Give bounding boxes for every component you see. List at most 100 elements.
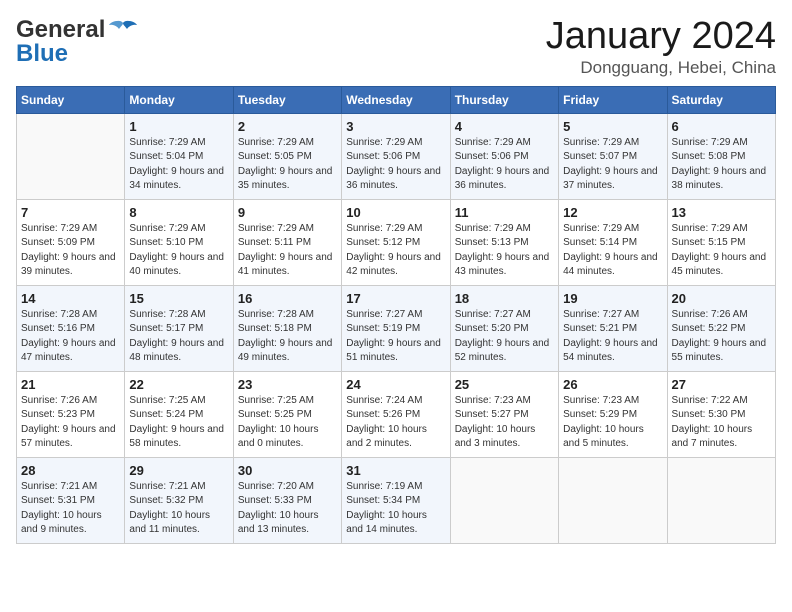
title-block: January 2024 Dongguang, Hebei, China (546, 16, 776, 78)
calendar-cell: 20Sunrise: 7:26 AM Sunset: 5:22 PM Dayli… (667, 285, 775, 371)
calendar-cell: 12Sunrise: 7:29 AM Sunset: 5:14 PM Dayli… (559, 199, 667, 285)
calendar-cell: 16 Sunrise: 7:28 AM Sunset: 5:18 PM Dayli… (233, 285, 341, 371)
day-info: Sunrise: 7:20 AM Sunset: 5:33 PM Dayligh… (238, 480, 337, 538)
col-thursday: Thursday (450, 86, 558, 113)
day-info: Sunrise: 7:29 AM Sunset: 5:06 PM Dayligh… (455, 136, 554, 194)
calendar-cell (17, 113, 125, 199)
day-number: 8 (129, 205, 228, 220)
day-info: Sunrise: 7:21 AM Sunset: 5:31 PM Dayligh… (21, 480, 120, 538)
calendar-body: 1Sunrise: 7:29 AM Sunset: 5:04 PM Daylig… (17, 113, 776, 543)
logo-blue-text: Blue (16, 40, 68, 68)
day-number: 15 (129, 291, 228, 306)
day-info: Sunrise: 7:29 AM Sunset: 5:15 PM Dayligh… (672, 222, 771, 280)
calendar-cell: 2 Sunrise: 7:29 AM Sunset: 5:05 PM Daylig… (233, 113, 341, 199)
day-number: 12 (563, 205, 662, 220)
day-info: Sunrise: 7:22 AM Sunset: 5:30 PM Dayligh… (672, 394, 771, 452)
day-number: 19 (563, 291, 662, 306)
col-monday: Monday (125, 86, 233, 113)
calendar-cell: 5 Sunrise: 7:29 AM Sunset: 5:07 PM Daylig… (559, 113, 667, 199)
logo: General Blue (16, 16, 137, 68)
calendar-week-row: 7 Sunrise: 7:29 AM Sunset: 5:09 PM Daylig… (17, 199, 776, 285)
day-number: 4 (455, 119, 554, 134)
day-info: Sunrise: 7:29 AM Sunset: 5:10 PM Dayligh… (129, 222, 228, 280)
col-sunday: Sunday (17, 86, 125, 113)
calendar-cell: 10 Sunrise: 7:29 AM Sunset: 5:12 PM Dayli… (342, 199, 450, 285)
calendar-cell: 18 Sunrise: 7:27 AM Sunset: 5:20 PM Dayli… (450, 285, 558, 371)
day-info: Sunrise: 7:19 AM Sunset: 5:34 PM Dayligh… (346, 480, 445, 538)
calendar-header: Sunday Monday Tuesday Wednesday Thursday… (17, 86, 776, 113)
day-number: 17 (346, 291, 445, 306)
calendar-cell: 7 Sunrise: 7:29 AM Sunset: 5:09 PM Daylig… (17, 199, 125, 285)
day-info: Sunrise: 7:29 AM Sunset: 5:06 PM Dayligh… (346, 136, 445, 194)
day-info: Sunrise: 7:24 AM Sunset: 5:26 PM Dayligh… (346, 394, 445, 452)
day-number: 10 (346, 205, 445, 220)
calendar-cell (450, 457, 558, 543)
day-number: 11 (455, 205, 554, 220)
day-number: 5 (563, 119, 662, 134)
calendar-cell: 30 Sunrise: 7:20 AM Sunset: 5:33 PM Dayli… (233, 457, 341, 543)
day-number: 20 (672, 291, 771, 306)
location: Dongguang, Hebei, China (546, 58, 776, 78)
day-number: 30 (238, 463, 337, 478)
day-info: Sunrise: 7:23 AM Sunset: 5:29 PM Dayligh… (563, 394, 662, 452)
day-info: Sunrise: 7:27 AM Sunset: 5:21 PM Dayligh… (563, 308, 662, 366)
calendar-cell: 6 Sunrise: 7:29 AM Sunset: 5:08 PM Daylig… (667, 113, 775, 199)
day-number: 26 (563, 377, 662, 392)
day-number: 28 (21, 463, 120, 478)
calendar-week-row: 28 Sunrise: 7:21 AM Sunset: 5:31 PM Dayli… (17, 457, 776, 543)
day-number: 24 (346, 377, 445, 392)
calendar-cell: 24 Sunrise: 7:24 AM Sunset: 5:26 PM Dayli… (342, 371, 450, 457)
day-info: Sunrise: 7:28 AM Sunset: 5:18 PM Dayligh… (238, 308, 337, 366)
calendar-cell: 31 Sunrise: 7:19 AM Sunset: 5:34 PM Dayli… (342, 457, 450, 543)
day-info: Sunrise: 7:23 AM Sunset: 5:27 PM Dayligh… (455, 394, 554, 452)
day-info: Sunrise: 7:27 AM Sunset: 5:20 PM Dayligh… (455, 308, 554, 366)
month-title: January 2024 (546, 16, 776, 58)
day-info: Sunrise: 7:29 AM Sunset: 5:12 PM Dayligh… (346, 222, 445, 280)
day-info: Sunrise: 7:29 AM Sunset: 5:09 PM Dayligh… (21, 222, 120, 280)
day-number: 2 (238, 119, 337, 134)
header-row: Sunday Monday Tuesday Wednesday Thursday… (17, 86, 776, 113)
day-number: 6 (672, 119, 771, 134)
col-saturday: Saturday (667, 86, 775, 113)
calendar-cell: 4 Sunrise: 7:29 AM Sunset: 5:06 PM Daylig… (450, 113, 558, 199)
calendar-cell: 13Sunrise: 7:29 AM Sunset: 5:15 PM Dayli… (667, 199, 775, 285)
day-number: 22 (129, 377, 228, 392)
day-number: 14 (21, 291, 120, 306)
day-info: Sunrise: 7:29 AM Sunset: 5:04 PM Dayligh… (129, 136, 228, 194)
day-info: Sunrise: 7:29 AM Sunset: 5:08 PM Dayligh… (672, 136, 771, 194)
calendar-cell: 1Sunrise: 7:29 AM Sunset: 5:04 PM Daylig… (125, 113, 233, 199)
calendar-cell: 17 Sunrise: 7:27 AM Sunset: 5:19 PM Dayli… (342, 285, 450, 371)
page-header: General Blue January 2024 Dongguang, Heb… (16, 16, 776, 78)
calendar-week-row: 14 Sunrise: 7:28 AM Sunset: 5:16 PM Dayli… (17, 285, 776, 371)
day-number: 31 (346, 463, 445, 478)
calendar-cell: 27Sunrise: 7:22 AM Sunset: 5:30 PM Dayli… (667, 371, 775, 457)
day-info: Sunrise: 7:29 AM Sunset: 5:07 PM Dayligh… (563, 136, 662, 194)
calendar-table: Sunday Monday Tuesday Wednesday Thursday… (16, 86, 776, 544)
calendar-cell: 22Sunrise: 7:25 AM Sunset: 5:24 PM Dayli… (125, 371, 233, 457)
calendar-cell: 9 Sunrise: 7:29 AM Sunset: 5:11 PM Daylig… (233, 199, 341, 285)
day-number: 23 (238, 377, 337, 392)
day-info: Sunrise: 7:28 AM Sunset: 5:17 PM Dayligh… (129, 308, 228, 366)
calendar-cell: 19 Sunrise: 7:27 AM Sunset: 5:21 PM Dayli… (559, 285, 667, 371)
calendar-cell: 3Sunrise: 7:29 AM Sunset: 5:06 PM Daylig… (342, 113, 450, 199)
calendar-cell: 25 Sunrise: 7:23 AM Sunset: 5:27 PM Dayli… (450, 371, 558, 457)
day-info: Sunrise: 7:25 AM Sunset: 5:25 PM Dayligh… (238, 394, 337, 452)
day-info: Sunrise: 7:29 AM Sunset: 5:11 PM Dayligh… (238, 222, 337, 280)
day-info: Sunrise: 7:28 AM Sunset: 5:16 PM Dayligh… (21, 308, 120, 366)
day-number: 25 (455, 377, 554, 392)
day-info: Sunrise: 7:27 AM Sunset: 5:19 PM Dayligh… (346, 308, 445, 366)
day-number: 9 (238, 205, 337, 220)
day-number: 16 (238, 291, 337, 306)
calendar-cell: 14 Sunrise: 7:28 AM Sunset: 5:16 PM Dayli… (17, 285, 125, 371)
day-info: Sunrise: 7:26 AM Sunset: 5:23 PM Dayligh… (21, 394, 120, 452)
calendar-cell: 28 Sunrise: 7:21 AM Sunset: 5:31 PM Dayli… (17, 457, 125, 543)
day-info: Sunrise: 7:29 AM Sunset: 5:05 PM Dayligh… (238, 136, 337, 194)
day-info: Sunrise: 7:21 AM Sunset: 5:32 PM Dayligh… (129, 480, 228, 538)
day-number: 7 (21, 205, 120, 220)
day-number: 18 (455, 291, 554, 306)
calendar-cell (667, 457, 775, 543)
calendar-cell: 29Sunrise: 7:21 AM Sunset: 5:32 PM Dayli… (125, 457, 233, 543)
calendar-cell (559, 457, 667, 543)
calendar-cell: 23 Sunrise: 7:25 AM Sunset: 5:25 PM Dayli… (233, 371, 341, 457)
day-info: Sunrise: 7:29 AM Sunset: 5:13 PM Dayligh… (455, 222, 554, 280)
